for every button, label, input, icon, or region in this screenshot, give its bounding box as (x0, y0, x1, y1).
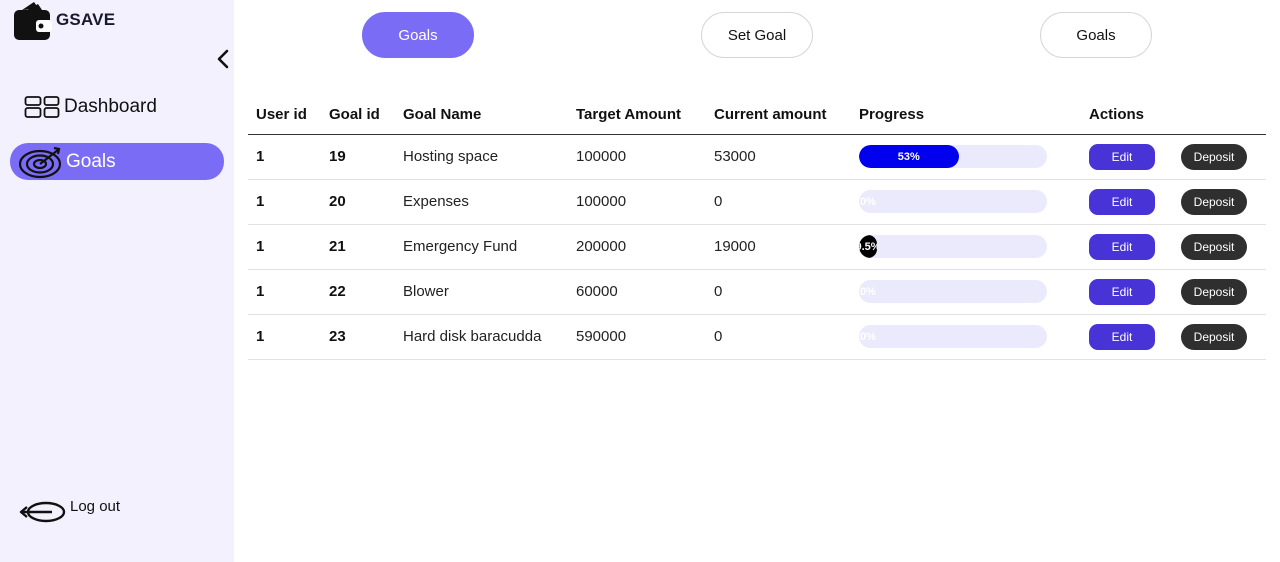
progress-bar: 0% (859, 325, 1047, 348)
progress-label: 9.5% (859, 240, 877, 253)
cell-goal-name: Blower (395, 269, 568, 315)
logout-icon (19, 501, 66, 523)
cell-deposit: Deposit (1173, 179, 1266, 225)
cell-target-amount: 100000 (568, 134, 706, 180)
cell-current-amount: 0 (706, 269, 851, 315)
cell-goal-name: Hard disk baracudda (395, 314, 568, 360)
progress-fill: 53% (859, 145, 959, 168)
cell-progress: 0% (851, 269, 1081, 315)
deposit-button[interactable]: Deposit (1181, 143, 1247, 170)
cell-deposit: Deposit (1173, 314, 1266, 360)
cell-goal-id: 21 (321, 224, 395, 270)
cell-edit: Edit (1081, 269, 1173, 315)
header-target-amount: Target Amount (568, 96, 706, 135)
cell-progress: 0% (851, 314, 1081, 360)
goals-secondary-button[interactable]: Goals (1040, 12, 1152, 58)
progress-fill: 9.5% (859, 235, 877, 258)
edit-button[interactable]: Edit (1089, 188, 1155, 215)
edit-button[interactable]: Edit (1089, 278, 1155, 305)
cell-user-id: 1 (248, 224, 321, 270)
chevron-left-icon[interactable] (214, 48, 232, 70)
progress-label: 53% (897, 150, 920, 163)
progress-bar: 0% (859, 280, 1047, 303)
cell-target-amount: 590000 (568, 314, 706, 360)
cell-edit: Edit (1081, 224, 1173, 270)
header-goal-id: Goal id (321, 96, 395, 135)
deposit-button[interactable]: Deposit (1181, 233, 1247, 260)
progress-label: 0% (860, 285, 876, 298)
progress-bar: 53% (859, 145, 1047, 168)
cell-goal-id: 22 (321, 269, 395, 315)
cell-goal-name: Expenses (395, 179, 568, 225)
cell-deposit: Deposit (1173, 269, 1266, 315)
goals-button[interactable]: Goals (362, 12, 474, 58)
wallet-icon (14, 2, 52, 40)
goals-table: User id Goal id Goal Name Target Amount … (248, 96, 1266, 360)
cell-edit: Edit (1081, 179, 1173, 225)
logout-label: Log out (70, 498, 121, 515)
cell-goal-id: 19 (321, 134, 395, 180)
deposit-button[interactable]: Deposit (1181, 188, 1247, 215)
cell-edit: Edit (1081, 314, 1173, 360)
table-row: 1 20 Expenses 100000 0 0% Edit Deposit (248, 179, 1266, 225)
cell-user-id: 1 (248, 269, 321, 315)
progress-label: 0% (860, 195, 876, 208)
cell-goal-name: Hosting space (395, 134, 568, 180)
deposit-button[interactable]: Deposit (1181, 278, 1247, 305)
sidebar-item-goals[interactable]: Goals (10, 143, 224, 180)
sidebar-item-label: Goals (66, 150, 116, 172)
cell-user-id: 1 (248, 314, 321, 360)
app-root: GSAVE Dashboard Goals Log out Goals Set … (0, 0, 1280, 562)
cell-progress: 9.5% (851, 224, 1081, 270)
target-icon (18, 146, 62, 178)
header-current-amount: Current amount (706, 96, 851, 135)
table-row: 1 23 Hard disk baracudda 590000 0 0% Edit Depos… (248, 314, 1266, 360)
cell-target-amount: 200000 (568, 224, 706, 270)
sidebar: GSAVE Dashboard Goals Log out (0, 0, 234, 562)
edit-button[interactable]: Edit (1089, 233, 1155, 260)
header-progress: Progress (851, 96, 1081, 135)
cell-target-amount: 60000 (568, 269, 706, 315)
cell-deposit: Deposit (1173, 224, 1266, 270)
grid-icon (24, 95, 60, 118)
brand: GSAVE (12, 0, 115, 44)
cell-current-amount: 53000 (706, 134, 851, 180)
cell-edit: Edit (1081, 134, 1173, 180)
header-actions-extra (1173, 96, 1266, 135)
table-row: 1 22 Blower 60000 0 0% Edit Deposit (248, 269, 1266, 315)
cell-target-amount: 100000 (568, 179, 706, 225)
cell-goal-id: 20 (321, 179, 395, 225)
cell-progress: 0% (851, 179, 1081, 225)
edit-button[interactable]: Edit (1089, 143, 1155, 170)
edit-button[interactable]: Edit (1089, 323, 1155, 350)
logout-button[interactable]: Log out (18, 496, 120, 526)
sidebar-item-dashboard[interactable]: Dashboard (10, 88, 224, 125)
header-user-id: User id (248, 96, 321, 135)
cell-deposit: Deposit (1173, 134, 1266, 180)
table-row: 1 19 Hosting space 100000 53000 53% Edit Deposi… (248, 134, 1266, 180)
progress-fill: 0% (859, 190, 877, 213)
table-row: 121Emergency Fund20000019000 9.5% Edit Depo… (248, 224, 1266, 270)
cell-progress: 53% (851, 134, 1081, 180)
set-goal-button[interactable]: Set Goal (701, 12, 813, 58)
cell-goal-name: Emergency Fund (395, 224, 568, 270)
brand-name: GSAVE (56, 10, 116, 29)
cell-user-id: 1 (248, 179, 321, 225)
deposit-button[interactable]: Deposit (1181, 323, 1247, 350)
goals-table-container: User id Goal id Goal Name Target Amount … (248, 96, 1266, 360)
header-goal-name: Goal Name (395, 96, 568, 135)
progress-bar: 9.5% (859, 235, 1047, 258)
progress-bar: 0% (859, 190, 1047, 213)
header-actions: Actions (1081, 96, 1173, 135)
cell-current-amount: 19000 (706, 224, 851, 270)
progress-fill: 0% (859, 325, 877, 348)
table-header-row: User id Goal id Goal Name Target Amount … (248, 96, 1266, 135)
sidebar-item-label: Dashboard (64, 95, 157, 117)
cell-goal-id: 23 (321, 314, 395, 360)
progress-label: 0% (860, 330, 876, 343)
cell-user-id: 1 (248, 134, 321, 180)
cell-current-amount: 0 (706, 179, 851, 225)
cell-current-amount: 0 (706, 314, 851, 360)
progress-fill: 0% (859, 280, 877, 303)
